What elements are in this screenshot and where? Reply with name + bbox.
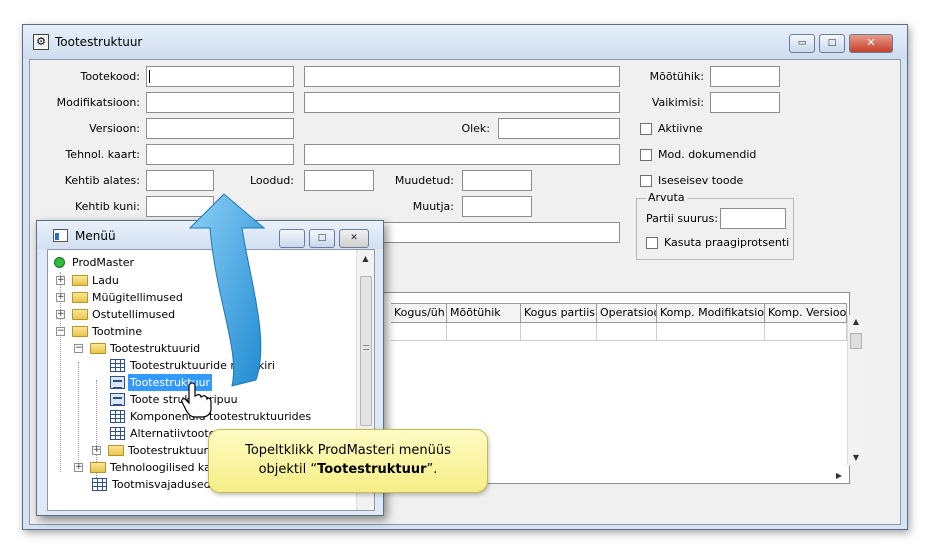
folder-icon xyxy=(72,309,88,320)
mod-dokumendid-label: Mod. dokumendid xyxy=(658,148,757,161)
col-header-kogus-partiis[interactable]: Kogus partiis xyxy=(521,303,597,323)
grid-list-icon xyxy=(110,410,125,423)
grid-cell[interactable] xyxy=(657,323,765,341)
grid-cell[interactable] xyxy=(597,323,657,341)
hand-cursor-icon xyxy=(181,382,212,418)
grid-cell[interactable] xyxy=(521,323,597,341)
app-icon: ⚙ xyxy=(33,34,49,50)
expand-plus-icon[interactable]: + xyxy=(92,446,101,455)
olek-label: Olek: xyxy=(461,122,490,135)
col-header-kogus-uh[interactable]: Kogus/üh xyxy=(391,303,447,323)
collapse-minus-icon[interactable]: − xyxy=(56,327,65,336)
kehtib-kuni-label: Kehtib kuni: xyxy=(75,200,140,213)
form-icon xyxy=(110,376,125,389)
muutja-input[interactable] xyxy=(462,196,532,217)
tehnol-kaart-label: Tehnol. kaart: xyxy=(65,148,140,161)
open-folder-icon xyxy=(72,326,88,337)
scroll-down-arrow-icon[interactable]: ▼ xyxy=(848,453,864,462)
scrollbar-thumb[interactable] xyxy=(850,333,862,349)
instruction-callout: Topeltklikk ProdMasteri menüüs objektil … xyxy=(208,429,488,493)
callout-line-2: objektil “Tootestruktuur”. xyxy=(258,462,438,477)
partii-suurus-input[interactable] xyxy=(720,208,786,229)
col-header-operatsioon[interactable]: Operatsioo xyxy=(597,303,657,323)
modifikatsioon-input[interactable] xyxy=(146,92,294,113)
open-folder-icon xyxy=(90,343,106,354)
expand-plus-icon[interactable]: + xyxy=(56,276,65,285)
grid-vertical-scrollbar[interactable]: ▲ ▼ xyxy=(847,315,864,465)
versioon-label: Versioon: xyxy=(89,122,140,135)
tehnol-kaart-input[interactable] xyxy=(146,144,294,165)
folder-icon xyxy=(90,462,106,473)
col-header-mootuhik[interactable]: Mõõtühik xyxy=(447,303,521,323)
menu-window-title: Menüü xyxy=(75,229,116,243)
arvuta-group-title: Arvuta xyxy=(646,191,687,204)
scroll-up-arrow-icon[interactable]: ▲ xyxy=(848,317,864,326)
iseseisev-toode-checkbox[interactable] xyxy=(640,175,652,187)
grid-list-icon xyxy=(92,478,107,491)
modifikatsioon-nimetus-input[interactable] xyxy=(304,92,620,113)
menu-window-icon xyxy=(53,229,68,242)
maximize-button[interactable]: □ xyxy=(819,34,845,53)
scroll-up-arrow-icon[interactable]: ▲ xyxy=(357,254,374,263)
window-title: Tootestruktuur xyxy=(55,35,143,49)
mootuhik-label: Mõõtühik: xyxy=(649,70,704,83)
kasuta-praagiprotsenti-checkbox[interactable] xyxy=(646,237,658,249)
grid-cell[interactable] xyxy=(447,323,521,341)
tehnol-kaart-nimetus-input[interactable] xyxy=(304,144,620,165)
col-header-komp-versioon[interactable]: Komp. Versioo xyxy=(765,303,847,323)
title-bar[interactable]: ⚙ Tootestruktuur ▭ □ ✕ xyxy=(23,25,907,59)
folder-icon xyxy=(108,445,124,456)
vaikimisi-input[interactable] xyxy=(710,92,780,113)
folder-icon xyxy=(72,275,88,286)
scroll-right-arrow-icon[interactable]: ▶ xyxy=(833,471,845,480)
grid-cell[interactable] xyxy=(391,323,447,341)
muutja-label: Muutja: xyxy=(412,200,454,213)
prodmaster-root-icon xyxy=(54,257,65,268)
minimize-button[interactable]: ▭ xyxy=(789,34,815,53)
close-button[interactable]: ✕ xyxy=(849,34,893,53)
callout-line-1: Topeltklikk ProdMasteri menüüs xyxy=(245,443,451,458)
partii-suurus-label: Partii suurus: xyxy=(646,212,718,225)
mod-dokumendid-checkbox[interactable] xyxy=(640,149,652,161)
mootuhik-input[interactable] xyxy=(710,66,780,87)
vaikimisi-label: Vaikimisi: xyxy=(651,96,704,109)
expand-plus-icon[interactable]: + xyxy=(56,293,65,302)
folder-icon xyxy=(72,292,88,303)
modifikatsioon-label: Modifikatsioon: xyxy=(56,96,140,109)
form-icon xyxy=(110,393,125,406)
collapse-minus-icon[interactable]: − xyxy=(74,344,83,353)
scrollbar-thumb[interactable] xyxy=(360,276,372,426)
expand-plus-icon[interactable]: + xyxy=(74,463,83,472)
col-header-komp-modifikatsioon[interactable]: Komp. Modifikatsioo xyxy=(657,303,765,323)
tootekood-input[interactable] xyxy=(146,66,294,87)
kasuta-praagiprotsenti-label: Kasuta praagiprotsenti xyxy=(664,236,790,249)
aktiivne-label: Aktiivne xyxy=(658,122,703,135)
toote-nimetus-input[interactable] xyxy=(304,66,620,87)
grid-cell[interactable] xyxy=(765,323,847,341)
menu-close-button[interactable]: ✕ xyxy=(339,229,369,248)
expand-plus-icon[interactable]: + xyxy=(56,310,65,319)
iseseisev-toode-label: Iseseisev toode xyxy=(658,174,744,187)
aktiivne-checkbox[interactable] xyxy=(640,123,652,135)
kehtib-alates-label: Kehtib alates: xyxy=(64,174,140,187)
muudetud-input[interactable] xyxy=(462,170,532,191)
grid-list-icon xyxy=(110,359,125,372)
olek-input[interactable] xyxy=(498,118,620,139)
grid-list-icon xyxy=(110,427,125,440)
tootekood-label: Tootekood: xyxy=(80,70,140,83)
muudetud-label: Muudetud: xyxy=(394,174,454,187)
versioon-input[interactable] xyxy=(146,118,294,139)
